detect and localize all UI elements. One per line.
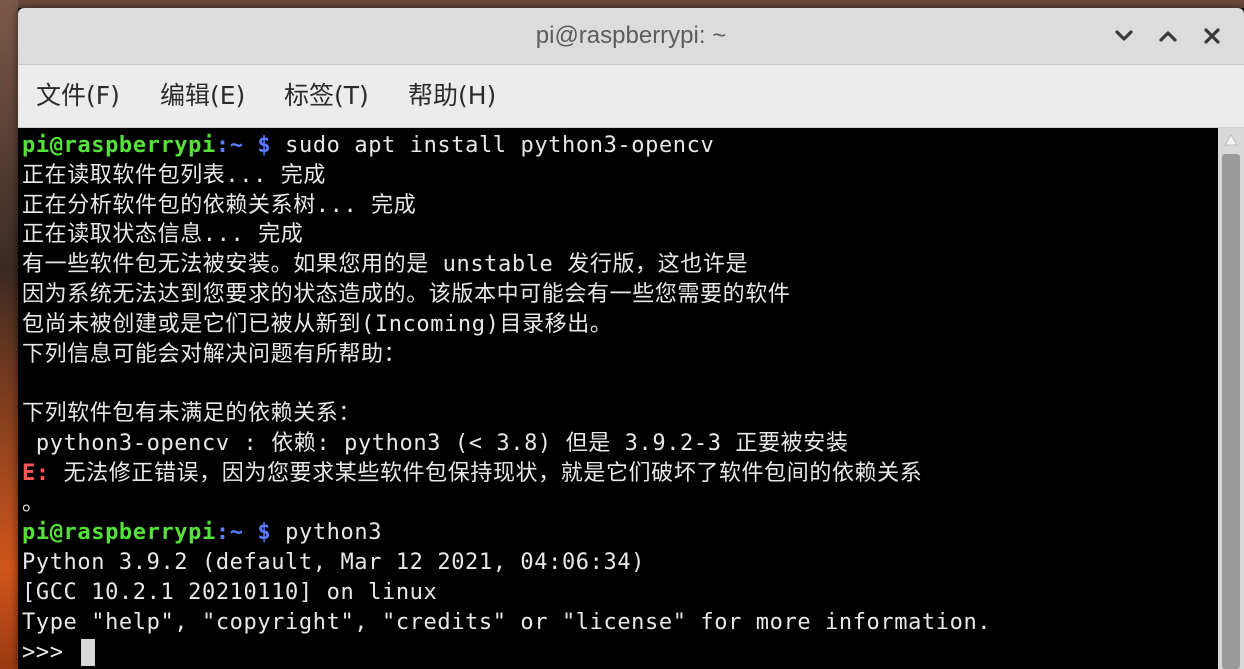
terminal-line: Type "help", "copyright", "credits" or "…: [22, 608, 1212, 638]
menu-edit[interactable]: 编辑(E): [160, 65, 245, 127]
terminal-line: 有一些软件包无法被安装。如果您用的是 unstable 发行版，这也许是: [22, 250, 1212, 280]
repl-prompt: >>>: [22, 639, 78, 665]
output-text: 正在读取状态信息... 完成: [22, 222, 304, 248]
prompt-user-host: pi@raspberrypi: [22, 133, 216, 158]
close-icon: [1204, 28, 1220, 44]
prompt-colon: :: [215, 520, 230, 546]
triangle-up-icon[interactable]: [1223, 132, 1239, 146]
chevron-up-icon: [1159, 30, 1177, 42]
output-text: 包尚未被创建或是它们已被从新到(Incoming)目录移出。: [22, 311, 613, 337]
terminal-line: pi@raspberrypi:~ $ sudo apt install pyth…: [22, 131, 1212, 161]
scrollbar-thumb[interactable]: [1222, 154, 1240, 669]
text-cursor: [81, 639, 96, 667]
window-title: pi@raspberrypi: ~: [535, 22, 727, 49]
output-text: Type "help", "copyright", "credits" or "…: [22, 609, 992, 635]
minimize-button[interactable]: [1110, 22, 1138, 50]
output-text: 正在分析软件包的依赖关系树... 完成: [22, 192, 417, 218]
output-text: 。: [22, 490, 45, 516]
terminal-line: 。: [22, 489, 1212, 519]
output-text: [GCC 10.2.1 20210110] on linux: [22, 579, 438, 605]
prompt-sign: $: [257, 520, 272, 546]
command-text: python3: [271, 520, 383, 546]
desktop-wallpaper-edge: [0, 0, 18, 669]
terminal-line: >>>: [22, 638, 1212, 668]
output-text: Python 3.9.2 (default, Mar 12 2021, 04:0…: [22, 550, 646, 576]
vertical-scrollbar[interactable]: [1218, 128, 1244, 669]
error-label: E:: [22, 460, 50, 486]
command-text: sudo apt install python3-opencv: [271, 133, 715, 158]
terminal-line: E: 无法修正错误，因为您要求某些软件包保持现状，就是它们破坏了软件包间的依赖关…: [22, 459, 1212, 489]
menu-file[interactable]: 文件(F): [36, 65, 120, 127]
prompt-user-host: pi@raspberrypi: [22, 520, 216, 546]
terminal-line: 正在读取状态信息... 完成: [22, 220, 1212, 250]
terminal-lines: pi@raspberrypi:~ $ sudo apt install pyth…: [22, 131, 1212, 667]
terminal-line: 下列软件包有未满足的依赖关系：: [22, 399, 1212, 429]
error-text: 无法修正错误，因为您要求某些软件包保持现状，就是它们破坏了软件包间的依赖关系: [49, 460, 923, 486]
terminal-line: 正在读取软件包列表... 完成: [22, 161, 1212, 191]
terminal-output[interactable]: pi@raspberrypi:~ $ sudo apt install pyth…: [18, 128, 1218, 669]
menu-bar: 文件(F) 编辑(E) 标签(T) 帮助(H): [18, 65, 1244, 128]
terminal-line: [GCC 10.2.1 20210110] on linux: [22, 578, 1212, 608]
terminal-line: 下列信息可能会对解决问题有所帮助：: [22, 340, 1212, 370]
terminal-line: python3-opencv : 依赖: python3 (< 3.8) 但是 …: [22, 429, 1212, 459]
maximize-button[interactable]: [1154, 22, 1182, 50]
output-text: 因为系统无法达到您要求的状态造成的。该版本中可能会有一些您需要的软件: [22, 281, 791, 307]
prompt-colon: :: [215, 133, 230, 158]
menu-help[interactable]: 帮助(H): [408, 65, 496, 127]
terminal-line: Python 3.9.2 (default, Mar 12 2021, 04:0…: [22, 548, 1212, 578]
menu-tabs[interactable]: 标签(T): [284, 65, 369, 127]
output-text: 正在读取软件包列表... 完成: [22, 162, 326, 188]
terminal-line: pi@raspberrypi:~ $ python3: [22, 518, 1212, 548]
prompt-path: ~: [229, 133, 244, 158]
terminal-line: 因为系统无法达到您要求的状态造成的。该版本中可能会有一些您需要的软件: [22, 280, 1212, 310]
output-text: 下列信息可能会对解决问题有所帮助：: [22, 341, 407, 367]
title-bar[interactable]: pi@raspberrypi: ~: [18, 8, 1244, 65]
terminal-line: 正在分析软件包的依赖关系树... 完成: [22, 191, 1212, 221]
terminal-line: 包尚未被创建或是它们已被从新到(Incoming)目录移出。: [22, 310, 1212, 340]
output-text: 有一些软件包无法被安装。如果您用的是 unstable 发行版，这也许是: [22, 252, 749, 278]
close-button[interactable]: [1198, 22, 1226, 50]
output-text: python3-opencv : 依赖: python3 (< 3.8) 但是 …: [22, 430, 849, 456]
chevron-down-icon: [1115, 30, 1133, 42]
output-text: 下列软件包有未满足的依赖关系：: [22, 401, 362, 427]
terminal-window: pi@raspberrypi: ~ 文件(F) 编辑(E) 标签(T) 帮助(H…: [18, 8, 1244, 669]
prompt-sign: $: [257, 133, 272, 158]
prompt-path: ~: [229, 520, 244, 546]
